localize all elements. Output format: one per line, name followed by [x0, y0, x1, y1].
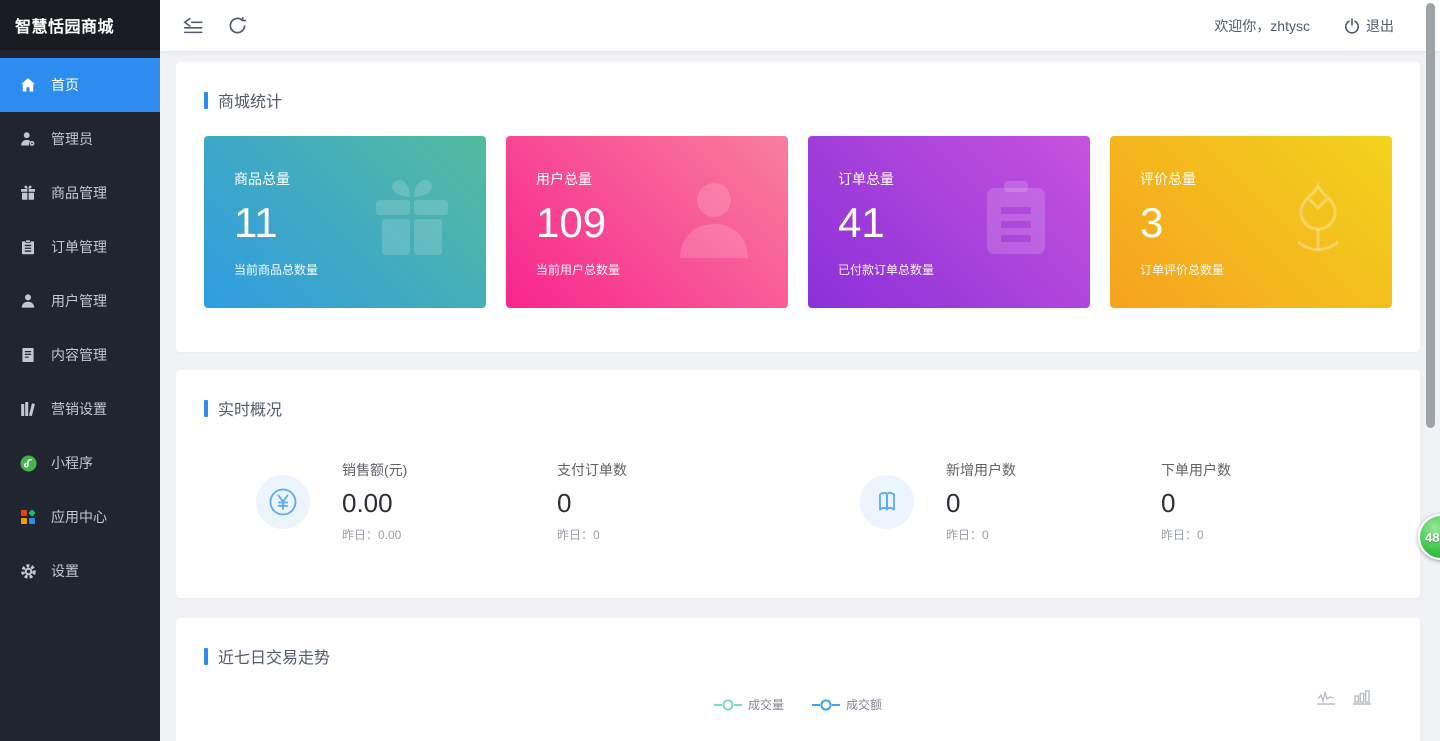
sidebar-item-label: 首页 [51, 75, 79, 95]
stat-yesterday: 昨日：0 [946, 526, 1161, 543]
stat-label: 新增用户数 [946, 460, 1161, 480]
section-title-trend: 近七日交易走势 [204, 644, 1392, 668]
chart-type-toggles [1316, 690, 1372, 711]
stat-yesterday: 昨日：0.00 [342, 526, 557, 543]
sidebar-item-content[interactable]: 内容管理 [0, 328, 160, 382]
stat-label: 下单用户数 [1161, 460, 1392, 480]
user-icon [19, 292, 37, 310]
section-title-stats: 商城统计 [204, 88, 1392, 112]
sidebar-item-label: 商品管理 [51, 183, 107, 203]
gear-icon [19, 562, 37, 580]
stat-value: 0.00 [342, 488, 557, 519]
section-title-text: 近七日交易走势 [218, 644, 330, 668]
section-title-text: 实时概况 [218, 396, 282, 420]
sidebar-item-label: 管理员 [51, 129, 93, 149]
panel-realtime: 实时概况 销售额(元) 0.00 昨日：0.00 支付订单数 0 昨日：0 [176, 370, 1420, 598]
stat-card-users: 用户总量 109 当前用户总数量 [506, 136, 788, 308]
legend-volume[interactable]: 成交量 [714, 696, 784, 713]
topbar-right: 欢迎你，zhtysc 退出 [1214, 16, 1422, 36]
stat-sales: 销售额(元) 0.00 昨日：0.00 [342, 460, 557, 543]
clipboard-icon [966, 170, 1066, 270]
power-icon [1344, 18, 1360, 34]
sidebar: 智慧恬园商城 首页 管理员 商品管理 [0, 0, 160, 741]
gift-icon [19, 184, 37, 202]
sidebar-item-users[interactable]: 用户管理 [0, 274, 160, 328]
realtime-row: 销售额(元) 0.00 昨日：0.00 支付订单数 0 昨日：0 新增用户数 0… [204, 460, 1392, 543]
welcome-text: 欢迎你，zhtysc [1214, 16, 1310, 36]
person-icon [664, 170, 764, 270]
stat-card-orders: 订单总量 41 已付款订单总数量 [808, 136, 1090, 308]
section-title-text: 商城统计 [218, 88, 282, 112]
flower-icon [1268, 170, 1368, 270]
title-accent-bar [204, 92, 208, 109]
miniprogram-icon [19, 454, 37, 472]
stat-label: 销售额(元) [342, 460, 557, 480]
sidebar-item-home[interactable]: 首页 [0, 58, 160, 112]
sidebar-menu: 首页 管理员 商品管理 订单管理 [0, 50, 160, 598]
sidebar-item-marketing[interactable]: 营销设置 [0, 382, 160, 436]
app-grid-icon [19, 508, 37, 526]
topbar: 欢迎你，zhtysc 退出 [160, 0, 1440, 51]
stat-yesterday: 昨日：0 [557, 526, 860, 543]
legend-marker-icon [714, 698, 742, 712]
logout-label: 退出 [1366, 16, 1394, 36]
legend-label: 成交额 [846, 696, 882, 713]
line-chart-icon[interactable] [1316, 690, 1336, 711]
document-icon [19, 346, 37, 364]
book-icon [860, 475, 914, 529]
gift-icon [362, 170, 462, 270]
sidebar-item-admin[interactable]: 管理员 [0, 112, 160, 166]
sidebar-item-label: 设置 [51, 561, 79, 581]
clipboard-icon [19, 238, 37, 256]
title-accent-bar [204, 400, 208, 417]
stat-yesterday: 昨日：0 [1161, 526, 1392, 543]
title-accent-bar [204, 648, 208, 665]
legend-label: 成交量 [748, 696, 784, 713]
sidebar-item-label: 用户管理 [51, 291, 107, 311]
chart-legend: 成交量 成交额 [204, 696, 1392, 713]
app-window: 智慧恬园商城 首页 管理员 商品管理 [0, 0, 1440, 741]
sidebar-item-label: 应用中心 [51, 507, 107, 527]
stat-cards: 商品总量 11 当前商品总数量 用户总量 109 当前用户总数量 [204, 136, 1392, 308]
books-icon [19, 400, 37, 418]
stat-paid-orders: 支付订单数 0 昨日：0 [557, 460, 860, 543]
stat-ordering-users: 下单用户数 0 昨日：0 [1161, 460, 1392, 543]
sidebar-item-label: 营销设置 [51, 399, 107, 419]
home-icon [19, 76, 37, 94]
stat-label: 支付订单数 [557, 460, 860, 480]
stat-value: 0 [946, 488, 1161, 519]
sidebar-item-label: 内容管理 [51, 345, 107, 365]
sidebar-item-appcenter[interactable]: 应用中心 [0, 490, 160, 544]
legend-marker-icon [812, 698, 840, 712]
collapse-menu-icon[interactable] [180, 15, 206, 37]
sidebar-item-products[interactable]: 商品管理 [0, 166, 160, 220]
sidebar-item-label: 小程序 [51, 453, 93, 473]
logout-button[interactable]: 退出 [1344, 16, 1394, 36]
stat-card-reviews: 评价总量 3 订单评价总数量 [1110, 136, 1392, 308]
stat-card-products: 商品总量 11 当前商品总数量 [204, 136, 486, 308]
sidebar-item-miniprogram[interactable]: 小程序 [0, 436, 160, 490]
section-title-realtime: 实时概况 [204, 396, 1392, 420]
scrollbar-thumb[interactable] [1426, 3, 1435, 428]
legend-amount[interactable]: 成交额 [812, 696, 882, 713]
stat-value: 0 [1161, 488, 1392, 519]
sidebar-item-settings[interactable]: 设置 [0, 544, 160, 598]
sidebar-item-orders[interactable]: 订单管理 [0, 220, 160, 274]
bar-chart-icon[interactable] [1352, 690, 1372, 711]
admin-icon [19, 130, 37, 148]
panel-mall-stats: 商城统计 商品总量 11 当前商品总数量 用户总量 109 当前用户总数 [176, 62, 1420, 352]
sidebar-item-label: 订单管理 [51, 237, 107, 257]
yen-circle-icon [256, 475, 310, 529]
app-logo: 智慧恬园商城 [0, 0, 160, 50]
panel-trend: 近七日交易走势 成交量 成交额 [176, 618, 1420, 741]
stat-new-users: 新增用户数 0 昨日：0 [946, 460, 1161, 543]
stat-value: 0 [557, 488, 860, 519]
refresh-icon[interactable] [224, 15, 250, 37]
main-content: 商城统计 商品总量 11 当前商品总数量 用户总量 109 当前用户总数 [160, 51, 1440, 741]
